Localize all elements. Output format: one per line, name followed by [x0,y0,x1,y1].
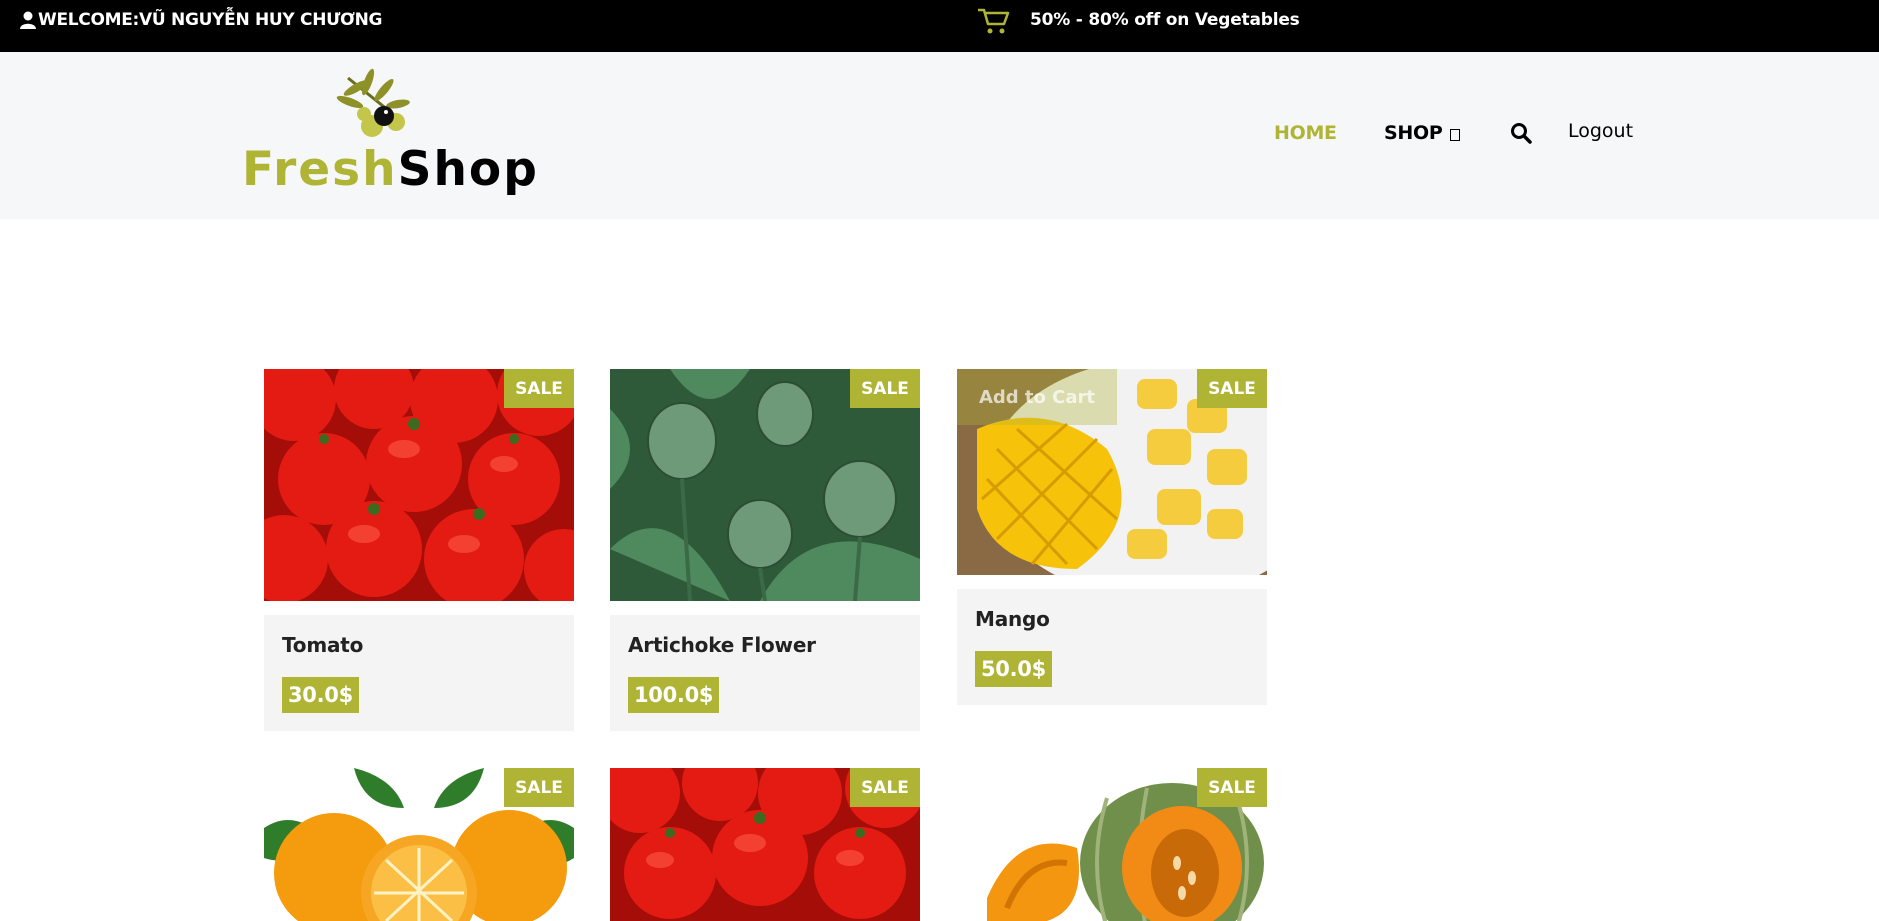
product-card[interactable]: SALE Tomato 30.0$ [264,369,574,731]
olive-branch-icon [336,68,410,137]
logout-link[interactable]: Logout [1568,120,1633,142]
sale-badge: SALE [850,369,920,408]
logo-text: FreshShop [242,142,539,197]
logo-fresh: Fresh [242,142,398,197]
product-price: 50.0$ [975,651,1052,687]
nav-shop-menu[interactable]: SHOP [1384,122,1461,144]
sale-badge: SALE [504,369,574,408]
welcome-text: WELCOME:VŨ NGUYỄN HUY CHƯƠNG [38,10,383,30]
product-name[interactable]: Tomato [282,633,363,657]
sale-badge: SALE [850,768,920,807]
user-icon [20,11,36,29]
shopping-cart-icon [978,8,1010,34]
promo-text: 50% - 80% off on Vegetables [1030,10,1300,30]
product-card[interactable]: SALE [264,768,574,921]
sale-badge: SALE [504,768,574,807]
product-info: Tomato 30.0$ [264,615,574,731]
nav-home-link[interactable]: HOME [1274,122,1337,144]
product-card[interactable]: Add to Cart SALE Mango 50.0$ [957,369,1267,705]
sale-badge: SALE [1197,768,1267,807]
search-icon[interactable] [1510,122,1532,144]
fresh-shop-logo[interactable]: FreshShop [240,68,537,202]
logo-shop: Shop [397,142,539,197]
product-price: 100.0$ [628,677,720,713]
product-name[interactable]: Artichoke Flower [628,633,816,657]
product-info: Mango 50.0$ [957,589,1267,705]
chevron-down-icon [1450,129,1461,141]
promo-banner: 50% - 80% off on Vegetables [976,4,1300,36]
product-card[interactable]: SALE Artichoke Flower 100.0$ [610,369,920,731]
top-bar: WELCOME:VŨ NGUYỄN HUY CHƯƠNG 50% - 80% o… [0,0,1879,52]
welcome-message: WELCOME:VŨ NGUYỄN HUY CHƯƠNG [20,10,382,30]
product-card[interactable]: SALE [957,768,1267,921]
nav-shop-label: SHOP [1384,122,1443,144]
product-info: Artichoke Flower 100.0$ [610,615,920,731]
product-price: 30.0$ [282,677,359,713]
product-card[interactable]: SALE [610,768,920,921]
add-to-cart-button[interactable]: Add to Cart [957,369,1117,425]
product-name[interactable]: Mango [975,607,1050,631]
sale-badge: SALE [1197,369,1267,408]
